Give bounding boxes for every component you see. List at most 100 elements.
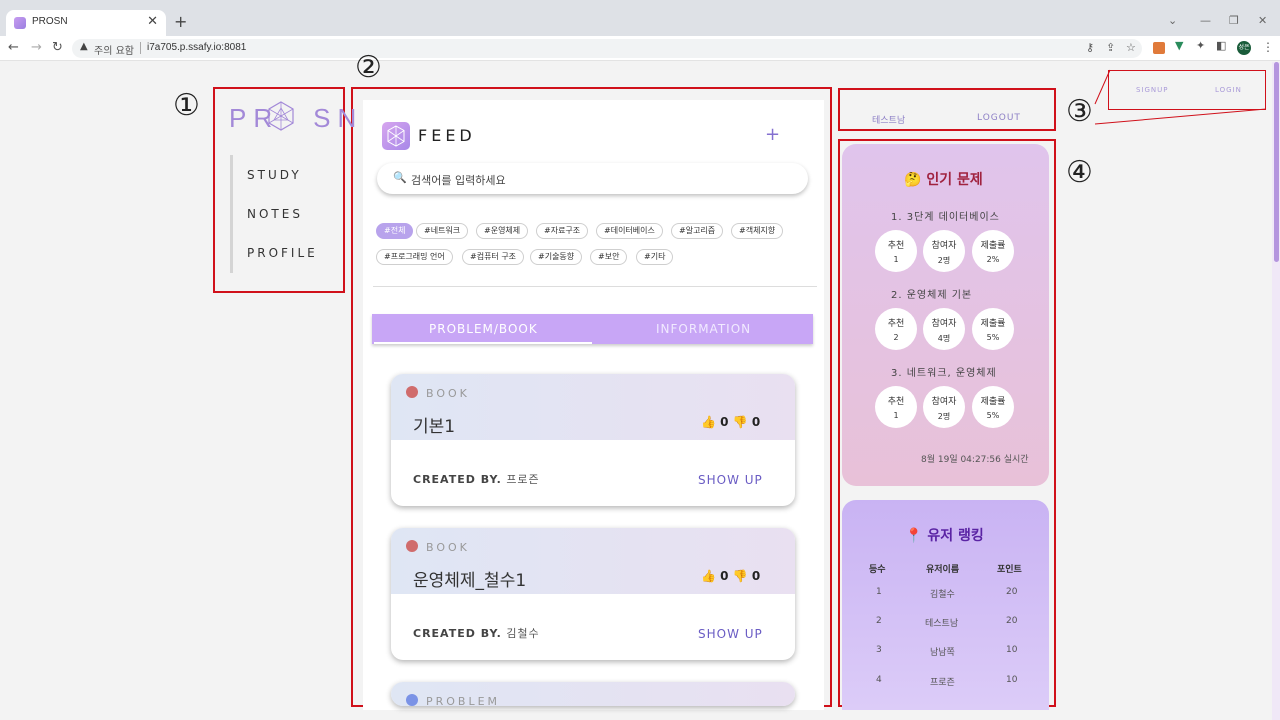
realtime-timestamp: 8월 19일 04:27:56 실시간: [921, 455, 1029, 465]
new-tab-button[interactable]: +: [174, 14, 187, 30]
browser-tab[interactable]: PROSN ✕: [6, 10, 166, 36]
stat-recommend: 추천 1: [875, 230, 917, 272]
stat-submit-rate: 제출률 5%: [972, 386, 1014, 428]
post-votes: 👍 0 👎 0: [701, 569, 760, 583]
tab-problem-book[interactable]: PROBLEM/BOOK: [429, 322, 538, 336]
post-card[interactable]: BOOK 운영체제_철수1 👍 0 👎 0 CREATED BY. 김철수 SH…: [391, 528, 795, 660]
tag-chip-algorithm[interactable]: #알고리즘: [671, 223, 724, 239]
post-type: BOOK: [426, 387, 470, 400]
url-text[interactable]: i7a705.p.ssafy.io:8081: [147, 42, 246, 53]
key-icon[interactable]: ⚷: [1086, 41, 1094, 54]
post-creator: CREATED BY. 프로즌: [413, 471, 540, 487]
post-author: 프로즌: [506, 473, 540, 486]
sidepanel-icon[interactable]: ◧: [1216, 39, 1226, 52]
thumbs-up-icon[interactable]: 👍: [701, 415, 716, 429]
logo-network-icon: [268, 101, 294, 131]
page-scrollbar-thumb[interactable]: [1274, 62, 1279, 262]
back-icon[interactable]: ←: [8, 40, 19, 55]
nav-item-profile[interactable]: PROFILE: [247, 246, 318, 260]
logout-button[interactable]: LOGOUT: [977, 113, 1021, 123]
add-post-button[interactable]: +: [765, 124, 780, 145]
browser-tabstrip: PROSN ✕ + ⌄ — ❐ ✕: [0, 0, 1280, 36]
ranking-rank: 1: [876, 587, 882, 597]
ranking-username[interactable]: 남남쪽: [930, 645, 955, 658]
ranking-rank: 4: [876, 675, 882, 685]
restore-icon[interactable]: ❐: [1229, 14, 1239, 27]
forward-icon[interactable]: →: [31, 40, 42, 55]
show-up-button[interactable]: SHOW UP: [698, 473, 763, 487]
stat-submit-rate: 제출률 5%: [972, 308, 1014, 350]
search-input[interactable]: 🔍 검색어를 입력하세요: [377, 163, 808, 194]
window-close-icon[interactable]: ✕: [1258, 14, 1267, 27]
ranking-points: 10: [1006, 645, 1018, 655]
annotation-number-4: ④: [1066, 155, 1093, 190]
ranking-points: 20: [1006, 587, 1018, 597]
post-card[interactable]: BOOK 기본1 👍 0 👎 0 CREATED BY. 프로즌 SHOW UP: [391, 374, 795, 506]
annotation-number-3: ③: [1066, 94, 1093, 129]
tag-chip-security[interactable]: #보안: [590, 249, 628, 265]
stat-participants: 참여자 2명: [923, 386, 965, 428]
dislike-count: 0: [751, 415, 761, 429]
ranking-col-rank: 등수: [869, 565, 886, 575]
created-by-label: CREATED BY.: [413, 627, 502, 640]
tag-chip-computer-architecture[interactable]: #컴퓨터 구조: [462, 249, 525, 265]
nav-item-notes[interactable]: NOTES: [247, 207, 303, 221]
nav-rail: [230, 155, 233, 273]
tag-chip-tech-trend[interactable]: #기술동향: [530, 249, 583, 265]
stat-recommend: 추천 1: [875, 386, 917, 428]
post-votes: 👍 0 👎 0: [701, 415, 760, 429]
post-type-dot: [406, 694, 418, 706]
puzzle-icon[interactable]: ✦: [1196, 39, 1205, 52]
ranking-username[interactable]: 테스트남: [925, 616, 958, 629]
annotation-number-2: ②: [355, 50, 382, 85]
security-warning[interactable]: 주의 요함: [94, 42, 134, 57]
tag-chip-all[interactable]: #전체: [376, 223, 414, 239]
thumbs-down-icon[interactable]: 👎: [733, 569, 748, 583]
post-creator: CREATED BY. 김철수: [413, 625, 540, 641]
minimize-icon[interactable]: —: [1200, 14, 1211, 27]
post-card[interactable]: PROBLEM: [391, 682, 795, 706]
tab-information[interactable]: INFORMATION: [656, 322, 751, 336]
thumbs-down-icon[interactable]: 👎: [733, 415, 748, 429]
feed-title: FEED: [418, 126, 476, 145]
address-bar[interactable]: ▲ 주의 요함 i7a705.p.ssafy.io:8081 ⚷ ⇪ ☆: [72, 39, 1142, 58]
ranking-heading: 📍 유저 랭킹: [905, 528, 984, 544]
tag-chip-etc[interactable]: #기타: [636, 249, 674, 265]
dislike-count: 0: [751, 569, 761, 583]
share-icon[interactable]: ⇪: [1106, 41, 1115, 54]
signup-button[interactable]: SIGNUP: [1136, 86, 1169, 94]
ranking-username[interactable]: 프로즌: [930, 675, 955, 688]
profile-avatar[interactable]: 성은: [1237, 41, 1251, 55]
tag-chip-network[interactable]: #네트워크: [416, 223, 469, 239]
ranking-col-username: 유저이름: [926, 565, 960, 575]
login-button[interactable]: LOGIN: [1215, 86, 1242, 94]
post-title: 기본1: [413, 417, 456, 437]
vue-extension-icon[interactable]: ▼: [1175, 39, 1183, 52]
ranking-rank: 3: [876, 645, 882, 655]
tag-chip-data-structure[interactable]: #자료구조: [536, 223, 589, 239]
search-icon: 🔍: [393, 171, 407, 184]
thumbs-up-icon[interactable]: 👍: [701, 569, 716, 583]
pin-icon: 📍: [905, 528, 923, 544]
tag-chip-oop[interactable]: #객체지향: [731, 223, 784, 239]
popular-item-title[interactable]: 1. 3단계 데이터베이스: [891, 208, 1000, 223]
ranking-rank: 2: [876, 616, 882, 626]
reload-icon[interactable]: ↻: [52, 40, 63, 55]
tab-search-icon[interactable]: ⌄: [1168, 14, 1177, 27]
browser-menu-icon[interactable]: ⋮: [1262, 40, 1274, 54]
popular-item-title[interactable]: 3. 네트워크, 운영체제: [891, 364, 997, 379]
tab-close-icon[interactable]: ✕: [147, 14, 158, 29]
bookmark-star-icon[interactable]: ☆: [1126, 41, 1136, 54]
post-type: PROBLEM: [426, 695, 501, 706]
extension-icon[interactable]: [1153, 42, 1165, 54]
current-user-link[interactable]: 테스트남: [872, 113, 905, 126]
tag-chip-os[interactable]: #운영체제: [476, 223, 529, 239]
tag-chip-programming-language[interactable]: #프로그래밍 언어: [376, 249, 453, 265]
tag-chip-database[interactable]: #데이터베이스: [596, 223, 663, 239]
show-up-button[interactable]: SHOW UP: [698, 627, 763, 641]
fire-icon: 🤔: [904, 172, 922, 188]
popular-item-title[interactable]: 2. 운영체제 기본: [891, 286, 972, 301]
like-count: 0: [720, 415, 729, 429]
ranking-username[interactable]: 김철수: [930, 587, 955, 600]
nav-item-study[interactable]: STUDY: [247, 168, 302, 182]
